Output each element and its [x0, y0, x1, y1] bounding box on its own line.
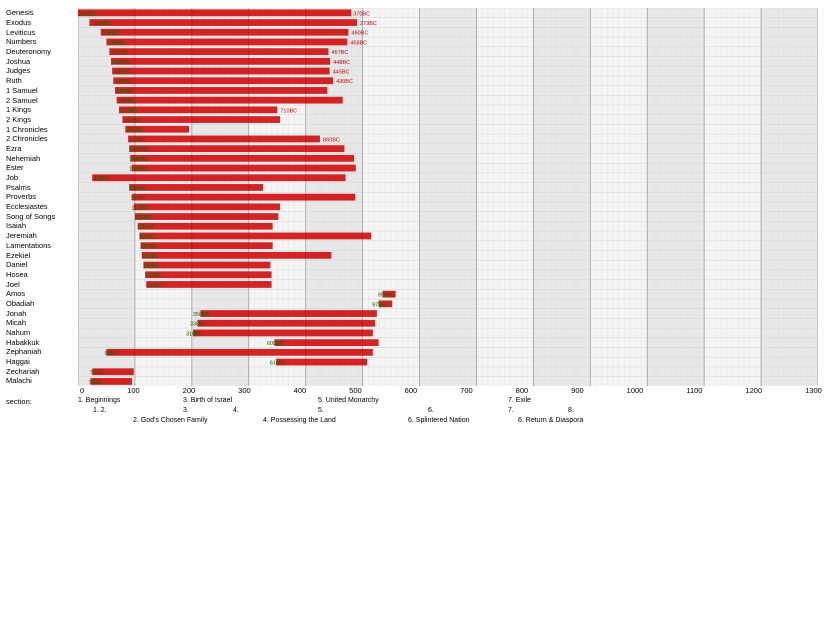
section-label: 6. Return & Diaspora [518, 417, 583, 424]
book-label: 2 Samuel [6, 95, 78, 105]
book-label: Daniel [6, 260, 78, 270]
book-label: Ester [6, 163, 78, 173]
book-label: Hosea [6, 270, 78, 280]
book-label: Haggai [6, 357, 78, 367]
section-label: 6. [428, 407, 434, 414]
x-axis-labels: 0 100 200 300 400 500 600 700 800 900 1000 1100 1200… [78, 386, 824, 395]
book-label: 1 Samuel [6, 86, 78, 96]
book-label: Ruth [6, 76, 78, 86]
x-axis-value: 1200 [745, 386, 762, 395]
section-label: 7. Exile [508, 397, 531, 404]
x-axis-value: 300 [238, 386, 251, 395]
section-label: 5. [318, 407, 324, 414]
x-axis-value: 900 [571, 386, 584, 395]
book-label: Zephaniah [6, 347, 78, 357]
section-spacer: section: [6, 397, 78, 429]
book-label: Ezra [6, 144, 78, 154]
section-label: 3. [183, 407, 189, 414]
book-label: Lamentations [6, 241, 78, 251]
book-label: Isaiah [6, 221, 78, 231]
book-label: Joshua [6, 56, 78, 66]
book-label: Leviticus [6, 27, 78, 37]
book-label: Malachi [6, 376, 78, 386]
book-label: Exodus [6, 18, 78, 28]
book-label: Zechariah [6, 366, 78, 376]
x-axis-value: 400 [294, 386, 307, 395]
book-label: Judges [6, 66, 78, 76]
section-label: 8. [568, 407, 574, 414]
book-label: Genesis [6, 8, 78, 18]
book-label: 1 Kings [6, 105, 78, 115]
sections-labels: 1. Beginnings 3. Birth of Israel 5. United… [78, 397, 824, 429]
book-label: Amos [6, 289, 78, 299]
book-label: 2 Chronicles [6, 134, 78, 144]
section-label: 1. Beginnings [78, 397, 120, 404]
book-label: Song of Songs [6, 211, 78, 221]
x-axis-value: 1100 [686, 386, 702, 395]
section-label: 3. Birth of Israel [183, 397, 232, 404]
book-labels: GenesisExodusLeviticusNumbersDeuteronomy… [6, 8, 78, 386]
x-axis-row: 0 100 200 300 400 500 600 700 800 900 1000 1100 1200… [6, 386, 824, 395]
book-label: Nehemiah [6, 153, 78, 163]
book-label: Jeremiah [6, 231, 78, 241]
x-axis-value: 0 [80, 386, 84, 395]
book-label: Obadiah [6, 299, 78, 309]
book-label: Jonah [6, 308, 78, 318]
chart-grid: 263BC500BC200BC192BC191BC188BC185BC185BC… [78, 8, 824, 386]
section-label: 1. 2. [93, 407, 107, 414]
section-label: 5. United Monarchy [318, 397, 379, 404]
sections-area: section: 1. Beginnings 3. Birth of Israel… [6, 397, 824, 429]
book-label: Micah [6, 318, 78, 328]
section-label: 4. Possessing the Land [263, 417, 336, 424]
book-label: Psalms [6, 182, 78, 192]
book-label: Job [6, 173, 78, 183]
x-axis-value: 800 [516, 386, 529, 395]
book-label: Nahum [6, 328, 78, 338]
section-label: 7. [508, 407, 514, 414]
x-axis-value: 500 [349, 386, 362, 395]
book-label: 1 Chronicles [6, 124, 78, 134]
book-label: Ecclesiastes [6, 202, 78, 212]
x-axis-value: 600 [405, 386, 418, 395]
section-label: 6. Splintered Nation [408, 417, 469, 424]
book-label: Joel [6, 279, 78, 289]
book-label: Proverbs [6, 192, 78, 202]
section-label: 4. [233, 407, 239, 414]
x-axis-value: 1000 [627, 386, 644, 395]
book-label: Habakkuk [6, 337, 78, 347]
x-axis-value: 700 [460, 386, 473, 395]
book-label: 2 Kings [6, 115, 78, 125]
x-axis-value: 100 [127, 386, 140, 395]
x-axis-value: 1300 [805, 386, 822, 395]
book-label: Ezekiel [6, 250, 78, 260]
section-label: 2. God's Chosen Family [133, 417, 207, 424]
book-label: Numbers [6, 37, 78, 47]
x-axis-value: 200 [183, 386, 196, 395]
book-label: Deuteronomy [6, 47, 78, 57]
